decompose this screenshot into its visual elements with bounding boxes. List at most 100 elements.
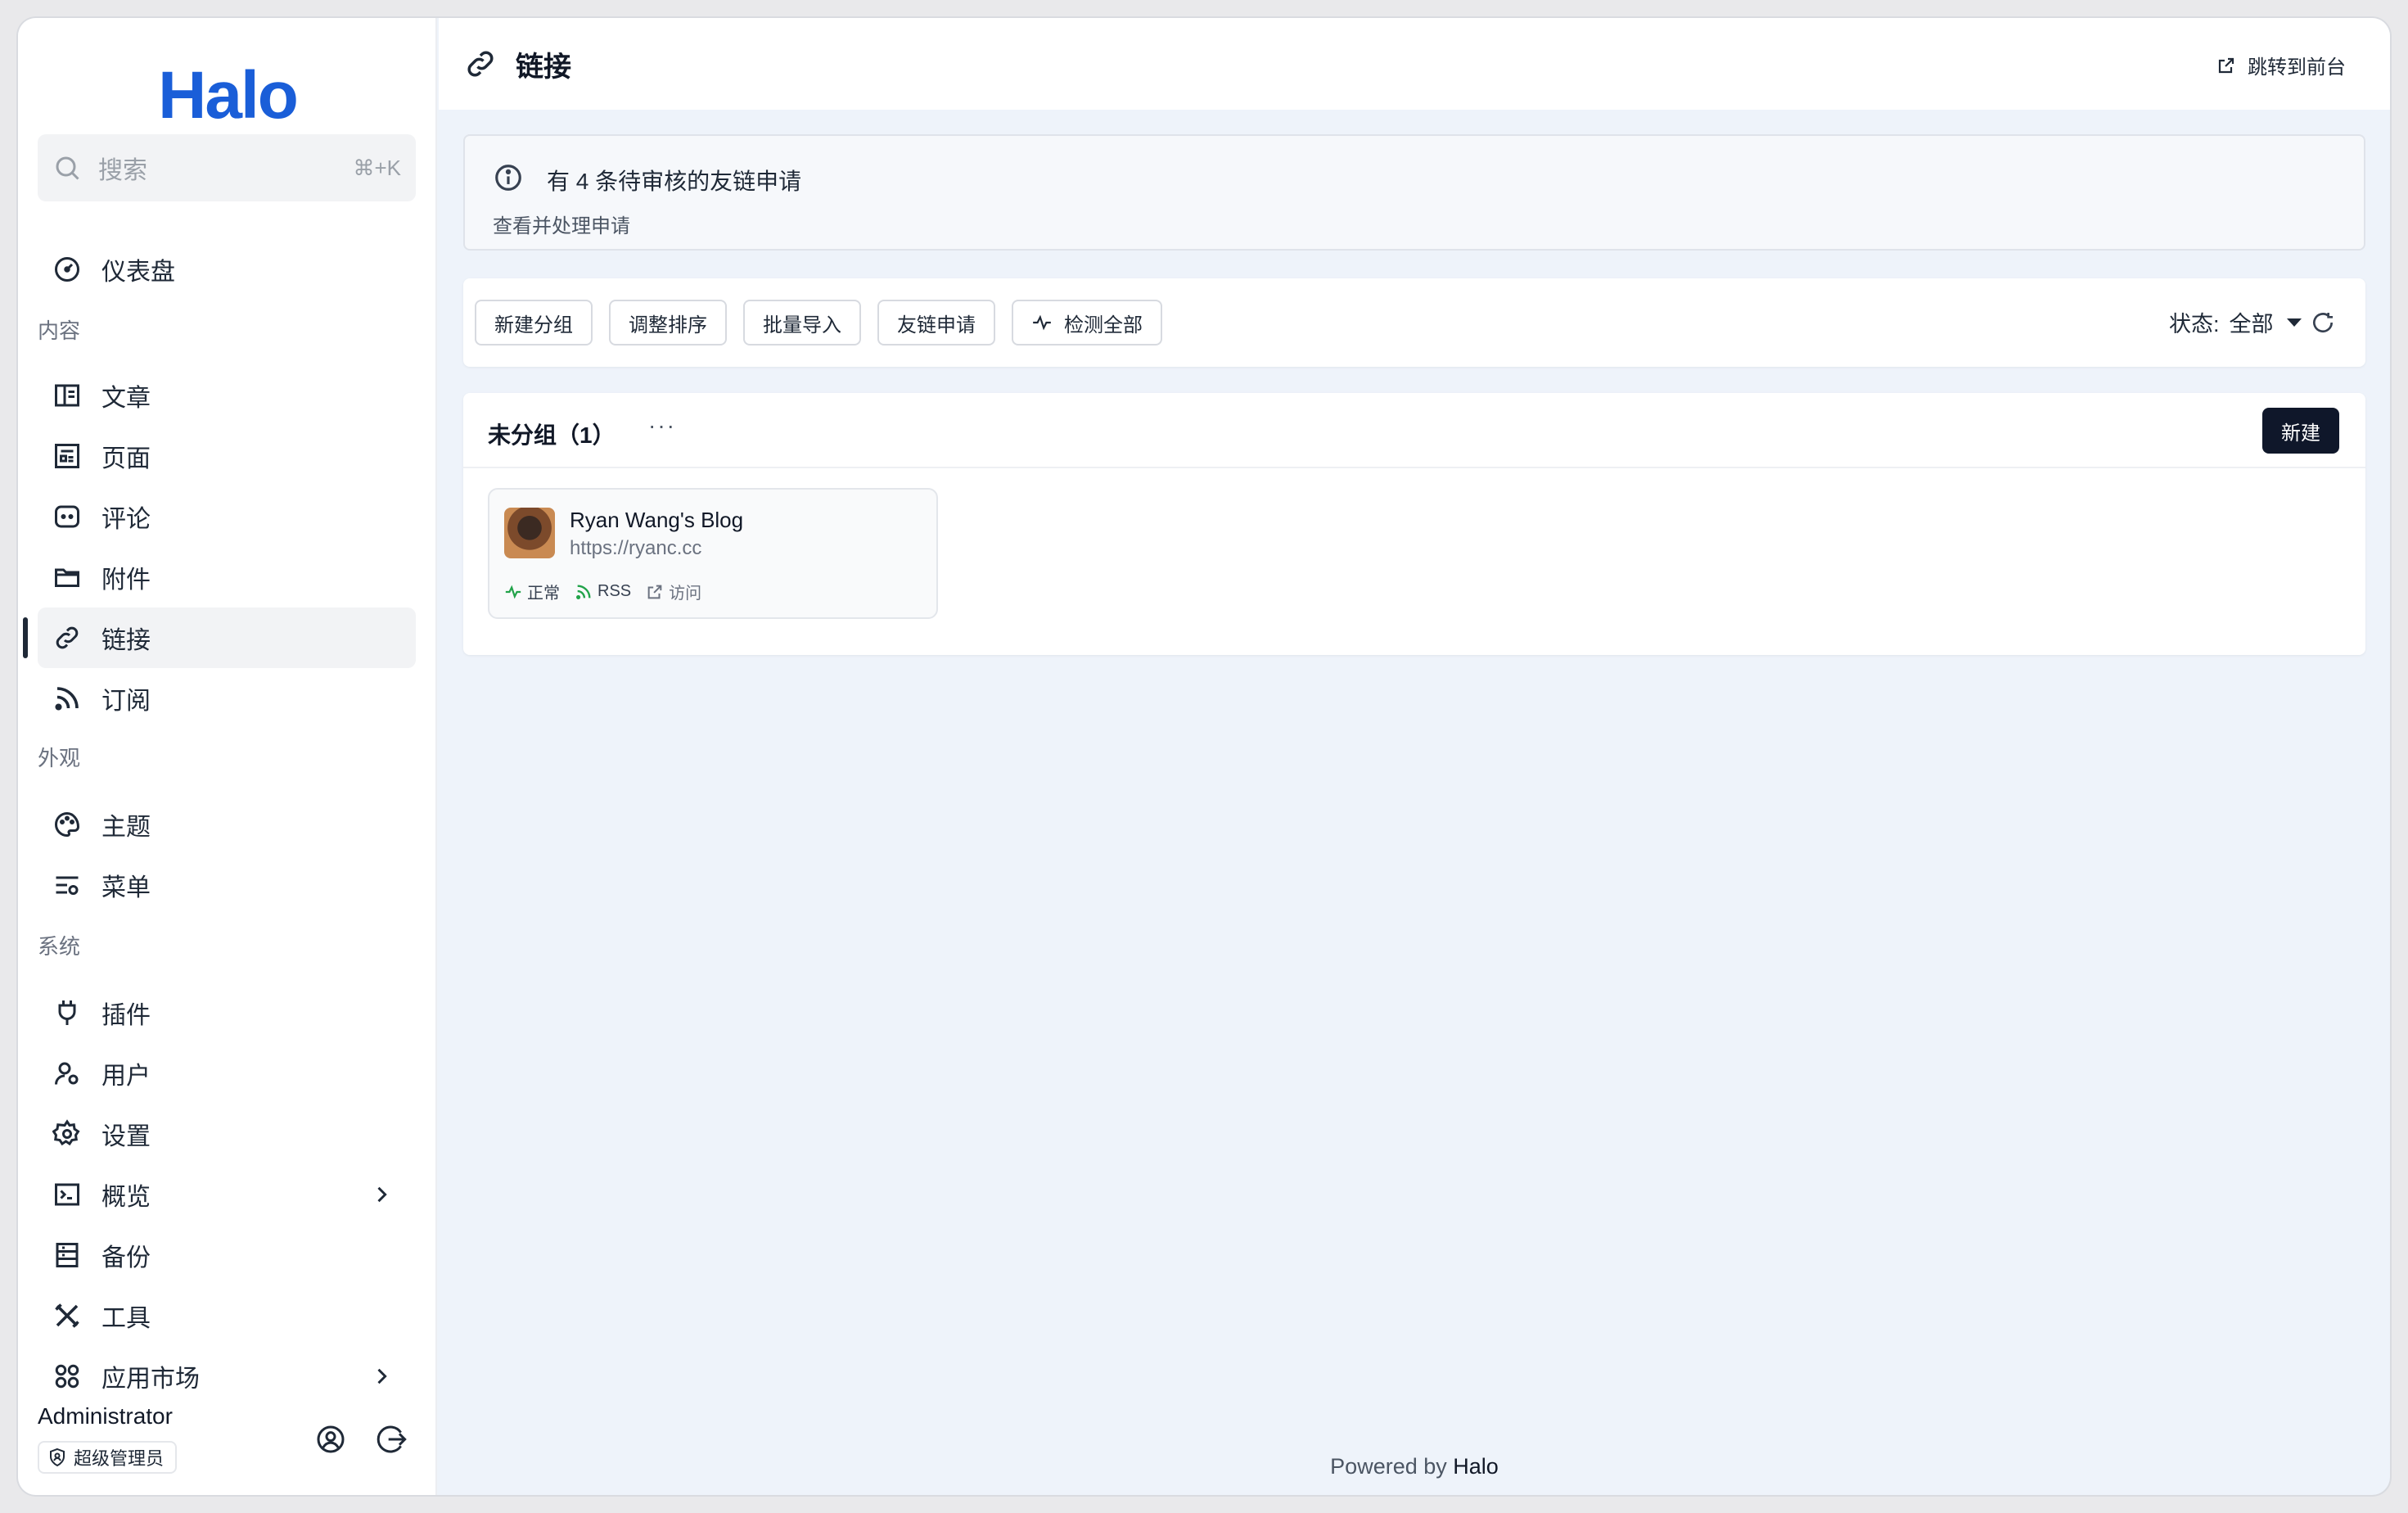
profile-icon[interactable] xyxy=(314,1423,347,1456)
link-visit-label: 访问 xyxy=(669,585,702,603)
link-card[interactable]: Ryan Wang's Blog https://ryanc.cc 正常 RSS… xyxy=(488,488,938,619)
role-badge: 超级管理员 xyxy=(38,1441,178,1474)
search-input[interactable]: 搜索 ⌘+K xyxy=(38,134,416,201)
backup-icon xyxy=(56,1243,79,1267)
section-label-appearance: 外观 xyxy=(38,746,81,770)
alert-description[interactable]: 查看并处理申请 xyxy=(493,210,630,238)
search-placeholder: 搜索 xyxy=(98,157,147,184)
apps-icon xyxy=(55,1364,79,1389)
link-applications-button[interactable]: 友链申请 xyxy=(877,300,995,346)
activity-icon xyxy=(505,585,521,598)
search-icon xyxy=(56,156,79,180)
sidebar-item-subscriptions[interactable]: 订阅 xyxy=(38,668,416,729)
gear-icon xyxy=(52,1119,80,1146)
sidebar-item-comments[interactable]: 评论 xyxy=(38,486,416,547)
status-filter-label: 状态: xyxy=(2169,312,2220,336)
refresh-icon[interactable] xyxy=(2310,309,2336,336)
search-shortcut: ⌘+K xyxy=(353,155,401,180)
plug-icon xyxy=(58,1000,76,1025)
button-label: 调整排序 xyxy=(629,314,707,336)
section-label-content: 内容 xyxy=(38,318,81,343)
dashboard-icon xyxy=(55,257,79,282)
folder-icon xyxy=(55,568,79,587)
info-icon xyxy=(495,165,521,191)
sidebar-item-label: 附件 xyxy=(101,567,151,594)
footer: Powered by Halo xyxy=(439,1454,2390,1479)
sidebar-item-settings[interactable]: 设置 xyxy=(38,1104,416,1164)
links-toolbar: 新建分组 调整排序 批量导入 友链申请 检测全部 状态: 全部 xyxy=(463,278,2365,367)
link-status-label: 正常 xyxy=(527,585,560,603)
sidebar-item-label: 应用市场 xyxy=(101,1366,200,1393)
sidebar-item-posts[interactable]: 文章 xyxy=(38,365,416,426)
role-label: 超级管理员 xyxy=(74,1448,165,1469)
sidebar-item-label: 页面 xyxy=(101,445,151,472)
alert-title: 有 4 条待审核的友链申请 xyxy=(547,169,802,194)
link-rss-label: RSS xyxy=(597,582,632,600)
tools-icon xyxy=(55,1303,79,1328)
jump-to-site-button[interactable]: 跳转到前台 xyxy=(2216,51,2346,79)
sidebar-item-label: 订阅 xyxy=(101,688,151,715)
footer-brand[interactable]: Halo xyxy=(1453,1454,1499,1479)
sidebar-item-attachments[interactable]: 附件 xyxy=(38,547,416,607)
sidebar: Halo 搜索 ⌘+K 仪表盘 内容 文章 页面 评论 附件 链接 订阅 外观 … xyxy=(18,18,437,1495)
sort-button[interactable]: 调整排序 xyxy=(609,300,727,346)
external-link-icon xyxy=(647,585,662,598)
sidebar-item-label: 评论 xyxy=(101,506,151,533)
link-rss[interactable]: RSS xyxy=(575,582,631,601)
active-indicator xyxy=(23,617,28,658)
group-title: 未分组（1） xyxy=(488,422,616,448)
sidebar-item-backup[interactable]: 备份 xyxy=(38,1225,416,1285)
page-title: 链接 xyxy=(516,51,571,83)
rss-icon xyxy=(576,584,591,599)
jump-to-site-label: 跳转到前台 xyxy=(2248,56,2346,79)
sidebar-item-overview[interactable]: 概览 xyxy=(38,1164,416,1225)
button-label: 检测全部 xyxy=(1064,314,1143,336)
book-icon xyxy=(55,384,79,407)
sidebar-item-menus[interactable]: 菜单 xyxy=(38,855,416,915)
menu-settings-icon xyxy=(56,876,79,895)
external-link-icon xyxy=(2218,57,2234,73)
status-filter[interactable]: 状态: 全部 xyxy=(2169,306,2302,338)
sidebar-item-label: 工具 xyxy=(101,1305,151,1332)
sidebar-item-users[interactable]: 用户 xyxy=(38,1043,416,1104)
page-header: 链接 跳转到前台 xyxy=(439,18,2390,110)
sidebar-item-plugins[interactable]: 插件 xyxy=(38,982,416,1043)
terminal-icon xyxy=(55,1183,79,1206)
new-group-button[interactable]: 新建分组 xyxy=(475,300,593,346)
sidebar-item-dashboard[interactable]: 仪表盘 xyxy=(38,239,416,300)
link-visit[interactable]: 访问 xyxy=(646,580,701,603)
logo[interactable]: Halo xyxy=(18,57,437,134)
page-icon xyxy=(55,444,79,468)
sidebar-item-tools[interactable]: 工具 xyxy=(38,1285,416,1346)
logout-icon[interactable] xyxy=(375,1423,408,1456)
sidebar-item-label: 插件 xyxy=(101,1002,151,1029)
pending-applications-alert[interactable]: 有 4 条待审核的友链申请 查看并处理申请 xyxy=(463,134,2365,251)
sidebar-item-themes[interactable]: 主题 xyxy=(38,794,416,855)
link-status: 正常 xyxy=(504,580,560,603)
batch-import-button[interactable]: 批量导入 xyxy=(743,300,861,346)
sidebar-item-label: 概览 xyxy=(101,1184,151,1211)
sidebar-item-label: 主题 xyxy=(101,814,151,841)
group-header: 未分组（1） ··· 新建 xyxy=(463,393,2365,468)
button-label: 友链申请 xyxy=(897,314,976,336)
rss-icon xyxy=(55,687,79,711)
avatar xyxy=(504,508,555,558)
sidebar-item-pages[interactable]: 页面 xyxy=(38,426,416,486)
sidebar-item-app-market[interactable]: 应用市场 xyxy=(38,1346,416,1407)
section-label-system: 系统 xyxy=(38,934,81,959)
link-meta: 正常 RSS 访问 xyxy=(504,580,716,603)
sidebar-item-label: 文章 xyxy=(101,385,151,412)
sidebar-item-label: 设置 xyxy=(101,1123,151,1150)
user-name: Administrator xyxy=(38,1403,173,1429)
status-filter-value: 全部 xyxy=(2229,312,2274,336)
app-window: Halo 搜索 ⌘+K 仪表盘 内容 文章 页面 评论 附件 链接 订阅 外观 … xyxy=(18,18,2390,1495)
sidebar-item-label: 仪表盘 xyxy=(101,259,175,286)
sidebar-item-label: 备份 xyxy=(101,1244,151,1271)
sidebar-item-links[interactable]: 链接 xyxy=(38,607,416,668)
group-more-button[interactable]: ··· xyxy=(648,413,676,439)
sidebar-item-label: 菜单 xyxy=(101,874,151,901)
link-url: https://ryanc.cc xyxy=(570,537,702,559)
comment-icon xyxy=(55,505,79,528)
new-link-button[interactable]: 新建 xyxy=(2262,408,2339,454)
check-all-button[interactable]: 检测全部 xyxy=(1012,300,1162,346)
